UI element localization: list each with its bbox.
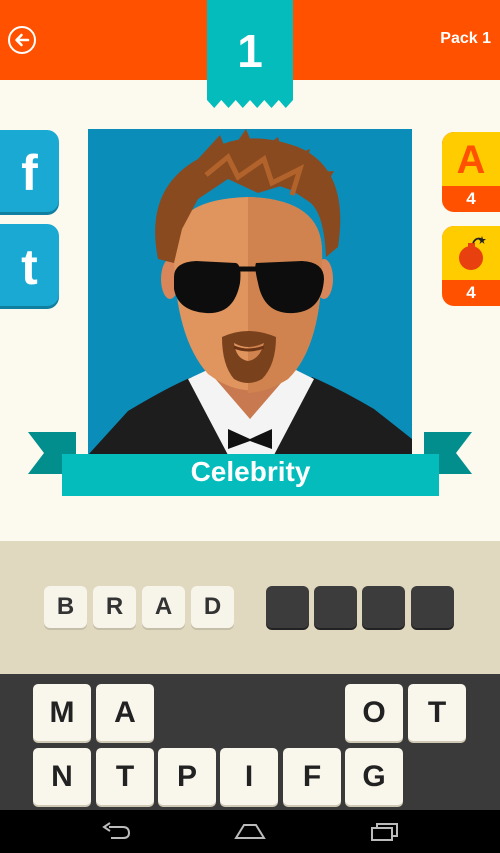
- letter-a-icon: A: [456, 138, 486, 182]
- answer-empty-slot[interactable]: [314, 586, 357, 628]
- letter-key[interactable]: P: [158, 748, 216, 805]
- answer-empty-slot[interactable]: [362, 586, 405, 628]
- system-nav-bar: [0, 810, 500, 853]
- level-number: 1: [237, 25, 263, 77]
- letter-key[interactable]: M: [33, 684, 91, 741]
- puzzle-image: [88, 129, 412, 455]
- level-badge: 1: [207, 0, 293, 108]
- nav-recent-apps-icon[interactable]: [370, 822, 400, 842]
- bomb-hint-button[interactable]: 4: [442, 226, 500, 306]
- pack-label: Pack 1: [440, 30, 491, 47]
- twitter-share-button[interactable]: t: [0, 224, 59, 306]
- letter-key[interactable]: G: [345, 748, 403, 805]
- answer-letter-slot[interactable]: R: [93, 586, 136, 628]
- answer-empty-slot[interactable]: [266, 586, 309, 628]
- facebook-icon: f: [21, 145, 38, 201]
- bomb-icon: [459, 236, 486, 270]
- back-button[interactable]: [8, 26, 36, 54]
- category-label: Celebrity: [190, 456, 311, 487]
- facebook-share-button[interactable]: f: [0, 130, 59, 212]
- letter-key[interactable]: T: [96, 748, 154, 805]
- reveal-letter-count: 4: [466, 189, 476, 208]
- letter-key[interactable]: O: [345, 684, 403, 741]
- twitter-icon: t: [21, 239, 38, 295]
- bomb-count: 4: [466, 283, 476, 302]
- nav-back-icon[interactable]: [101, 822, 131, 840]
- answer-letter-slot[interactable]: A: [142, 586, 185, 628]
- answer-letter-slot[interactable]: D: [191, 586, 234, 628]
- back-arrow-icon: [15, 33, 30, 47]
- nav-home-icon[interactable]: [234, 822, 266, 840]
- answer-empty-slot[interactable]: [411, 586, 454, 628]
- letter-key[interactable]: I: [220, 748, 278, 805]
- letter-key[interactable]: A: [96, 684, 154, 741]
- answer-letter-slot[interactable]: B: [44, 586, 87, 628]
- reveal-letter-hint-button[interactable]: A 4: [442, 132, 500, 212]
- letter-key[interactable]: T: [408, 684, 466, 741]
- letter-key[interactable]: F: [283, 748, 341, 805]
- letter-key[interactable]: N: [33, 748, 91, 805]
